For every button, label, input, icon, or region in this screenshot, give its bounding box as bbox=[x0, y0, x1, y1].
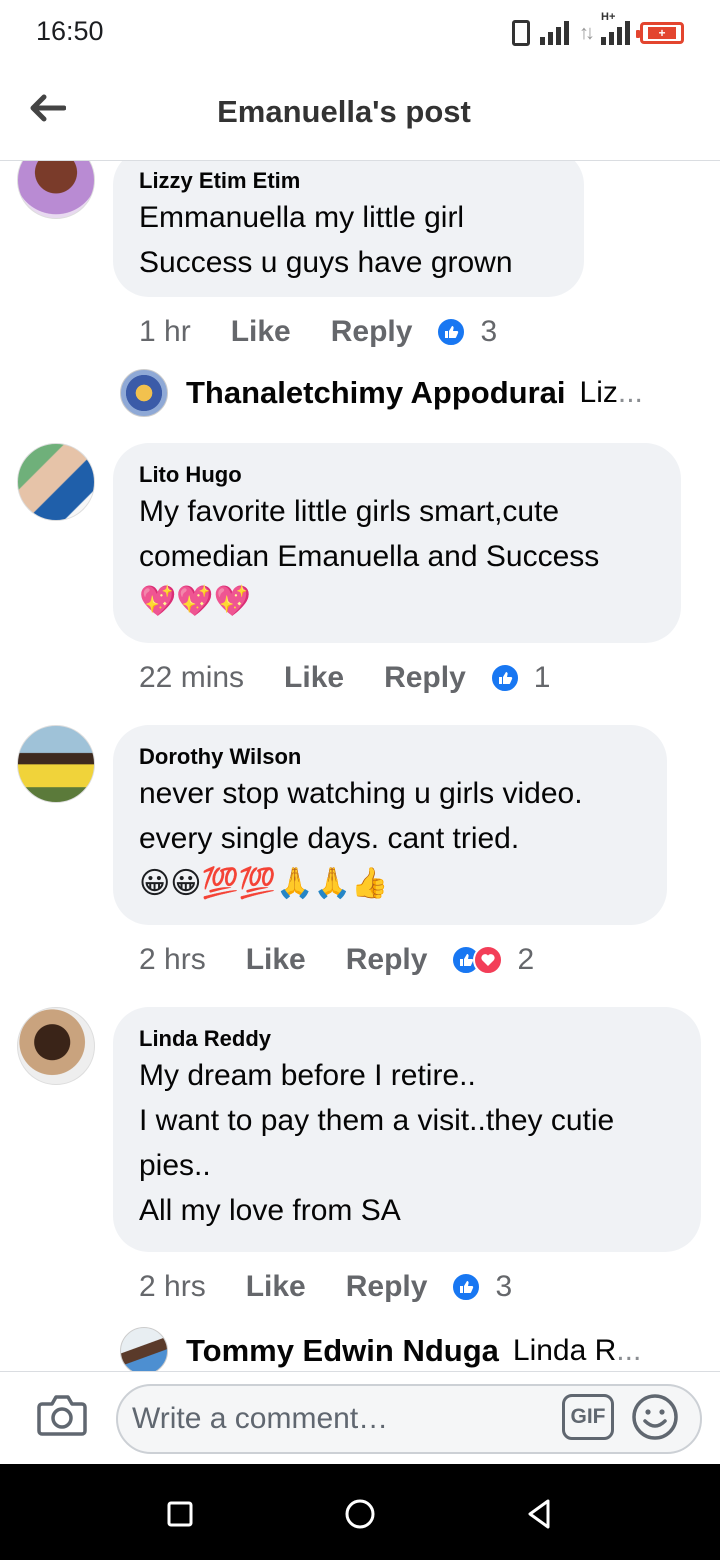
comment-author[interactable]: Linda Reddy bbox=[139, 1025, 675, 1053]
comment-author[interactable]: Dorothy Wilson bbox=[139, 743, 641, 771]
page-title: Emanuella's post bbox=[217, 94, 471, 129]
vibrate-icon bbox=[512, 20, 530, 46]
avatar[interactable] bbox=[120, 369, 168, 417]
reply-snippet: Liz bbox=[580, 376, 643, 410]
reaction-count[interactable]: 1 bbox=[534, 661, 551, 695]
home-circle-icon bbox=[345, 1499, 375, 1529]
like-button[interactable]: Like bbox=[284, 661, 344, 695]
comment-bubble[interactable]: Linda Reddy My dream before I retire.. I… bbox=[113, 1007, 701, 1252]
reply-author[interactable]: Tommy Edwin Nduga bbox=[186, 1333, 499, 1369]
like-button[interactable]: Like bbox=[246, 943, 306, 977]
reply-author[interactable]: Thanaletchimy Appodurai bbox=[186, 375, 566, 411]
comment-list[interactable]: Lizzy Etim Etim Emmanuella my little gir… bbox=[0, 161, 720, 1371]
reply-button[interactable]: Reply bbox=[331, 315, 413, 349]
comment-composer: GIF bbox=[0, 1371, 720, 1464]
reply-button[interactable]: Reply bbox=[346, 1270, 428, 1304]
love-reaction-icon[interactable] bbox=[473, 945, 504, 975]
reaction-count[interactable]: 2 bbox=[517, 943, 534, 977]
back-triangle-icon bbox=[528, 1499, 550, 1529]
comment-emojis: 💖💖💖 bbox=[139, 585, 252, 618]
app-header: Emanuella's post bbox=[0, 64, 720, 161]
avatar[interactable] bbox=[17, 725, 95, 803]
battery-icon: + bbox=[636, 22, 684, 44]
avatar[interactable] bbox=[17, 1007, 95, 1085]
comment-bubble[interactable]: Lizzy Etim Etim Emmanuella my little gir… bbox=[113, 161, 584, 297]
battery-charge-label: + bbox=[648, 27, 676, 39]
comment-emojis: 😀😀💯💯🙏🙏👍 bbox=[139, 867, 389, 900]
signal-hplus-icon: H+ bbox=[601, 11, 630, 45]
comment-time[interactable]: 2 hrs bbox=[139, 1270, 206, 1304]
like-reaction-icon[interactable] bbox=[436, 317, 467, 347]
avatar[interactable] bbox=[17, 443, 95, 521]
reply-button[interactable]: Reply bbox=[384, 661, 466, 695]
status-bar: 16:50 ↑↓ H+ + bbox=[0, 0, 720, 64]
reaction-count[interactable]: 3 bbox=[480, 315, 497, 349]
recents-square-icon bbox=[167, 1501, 193, 1527]
comment-author[interactable]: Lito Hugo bbox=[139, 461, 655, 489]
reply-button[interactable]: Reply bbox=[346, 943, 428, 977]
home-button[interactable] bbox=[340, 1494, 380, 1534]
network-type-label: H+ bbox=[601, 11, 616, 23]
back-nav-button[interactable] bbox=[520, 1494, 560, 1534]
reply-preview[interactable]: Thanaletchimy Appodurai Liz bbox=[120, 369, 643, 417]
smiley-icon bbox=[632, 1394, 678, 1440]
recents-button[interactable] bbox=[160, 1494, 200, 1534]
system-navigation-bar bbox=[0, 1464, 720, 1560]
comment-text: My favorite little girls smart,cute come… bbox=[139, 495, 600, 573]
data-transfer-icon: ↑↓ bbox=[579, 21, 595, 44]
reply-preview[interactable]: Tommy Edwin Nduga Linda R bbox=[120, 1327, 641, 1371]
like-reaction-icon[interactable] bbox=[489, 663, 520, 693]
like-button[interactable]: Like bbox=[231, 315, 291, 349]
reply-snippet: Linda R bbox=[513, 1334, 641, 1368]
comment-input[interactable] bbox=[116, 1384, 702, 1454]
reaction-count[interactable]: 3 bbox=[495, 1270, 512, 1304]
status-icons: ↑↓ H+ + bbox=[512, 11, 684, 48]
emoji-button[interactable] bbox=[630, 1392, 680, 1442]
comment-text: My dream before I retire.. I want to pay… bbox=[139, 1059, 615, 1227]
comment-actions: 2 hrs Like Reply 3 bbox=[139, 1267, 512, 1307]
comment-actions: 22 mins Like Reply 1 bbox=[139, 658, 550, 698]
avatar[interactable] bbox=[17, 161, 95, 219]
comment-actions: 2 hrs Like Reply 2 bbox=[139, 940, 534, 980]
comment-actions: 1 hr Like Reply 3 bbox=[139, 312, 497, 352]
comment-text: never stop watching u girls video. every… bbox=[139, 777, 583, 855]
camera-icon bbox=[37, 1395, 87, 1436]
camera-button[interactable] bbox=[36, 1392, 88, 1438]
signal-icon bbox=[540, 21, 569, 45]
comment-time[interactable]: 1 hr bbox=[139, 315, 191, 349]
comment-time[interactable]: 22 mins bbox=[139, 661, 244, 695]
status-time: 16:50 bbox=[36, 16, 104, 46]
like-reaction-icon[interactable] bbox=[451, 1272, 482, 1302]
comment-bubble[interactable]: Lito Hugo My favorite little girls smart… bbox=[113, 443, 681, 643]
avatar[interactable] bbox=[120, 1327, 168, 1371]
like-button[interactable]: Like bbox=[246, 1270, 306, 1304]
comment-author[interactable]: Lizzy Etim Etim bbox=[139, 167, 558, 195]
comment-text: Emmanuella my little girl Success u guys… bbox=[139, 201, 513, 279]
gif-button[interactable]: GIF bbox=[562, 1394, 614, 1440]
comment-time[interactable]: 2 hrs bbox=[139, 943, 206, 977]
comment-bubble[interactable]: Dorothy Wilson never stop watching u gir… bbox=[113, 725, 667, 925]
